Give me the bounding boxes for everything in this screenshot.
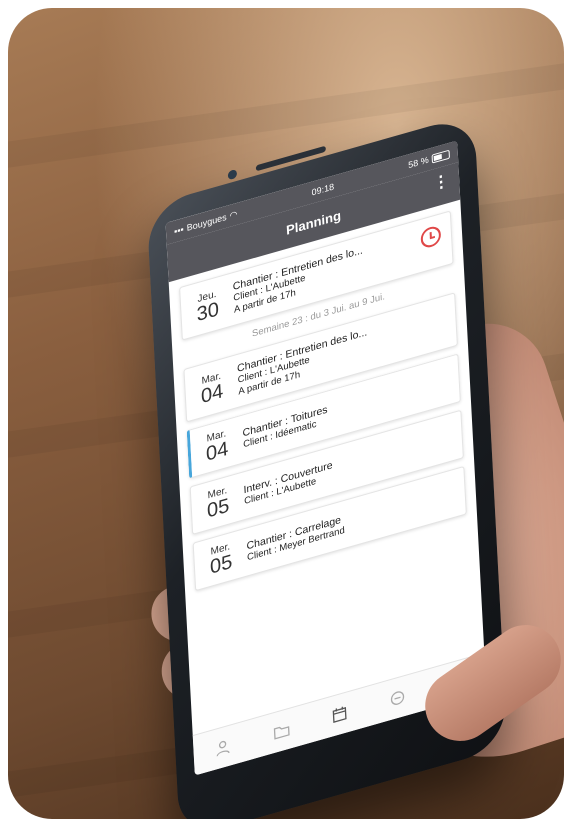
wood-texture xyxy=(8,49,564,173)
folder-icon xyxy=(273,726,290,740)
card-date: Mer. 05 xyxy=(201,483,235,523)
battery-label: 58 % xyxy=(407,154,430,171)
speaker xyxy=(255,145,326,172)
page-title: Planning xyxy=(285,207,342,238)
card-info: Interv. : Couverture Client : L'Aubette xyxy=(243,459,333,508)
signal-icon: ▪▪▪ xyxy=(173,224,184,237)
clock-icon[interactable] xyxy=(420,224,442,250)
tab-files[interactable] xyxy=(272,720,291,743)
tab-profile[interactable] xyxy=(213,736,232,759)
card-date: Mer. 05 xyxy=(204,540,238,580)
tab-messages[interactable] xyxy=(388,687,407,710)
photo-frame: ▪▪▪ Bouygues ◠ 09:18 58 % Planning ⋮ Jeu… xyxy=(8,8,564,819)
more-vertical-icon[interactable]: ⋮ xyxy=(433,172,450,193)
chat-icon xyxy=(391,691,405,705)
camera xyxy=(227,168,238,181)
card-info: Chantier : Carrelage Client : Meyer Bert… xyxy=(246,513,345,564)
user-icon xyxy=(216,740,230,757)
card-date: Jeu. 30 xyxy=(191,287,225,327)
card-date: Mar. 04 xyxy=(200,427,234,467)
status-time: 09:18 xyxy=(311,181,335,198)
calendar-icon xyxy=(332,706,347,723)
card-date: Mar. 04 xyxy=(195,368,229,408)
tab-planning[interactable] xyxy=(330,703,349,726)
card-info: Chantier : Toitures Client : Idéematic xyxy=(242,403,328,451)
wifi-icon: ◠ xyxy=(229,208,238,221)
battery-icon xyxy=(431,149,450,164)
